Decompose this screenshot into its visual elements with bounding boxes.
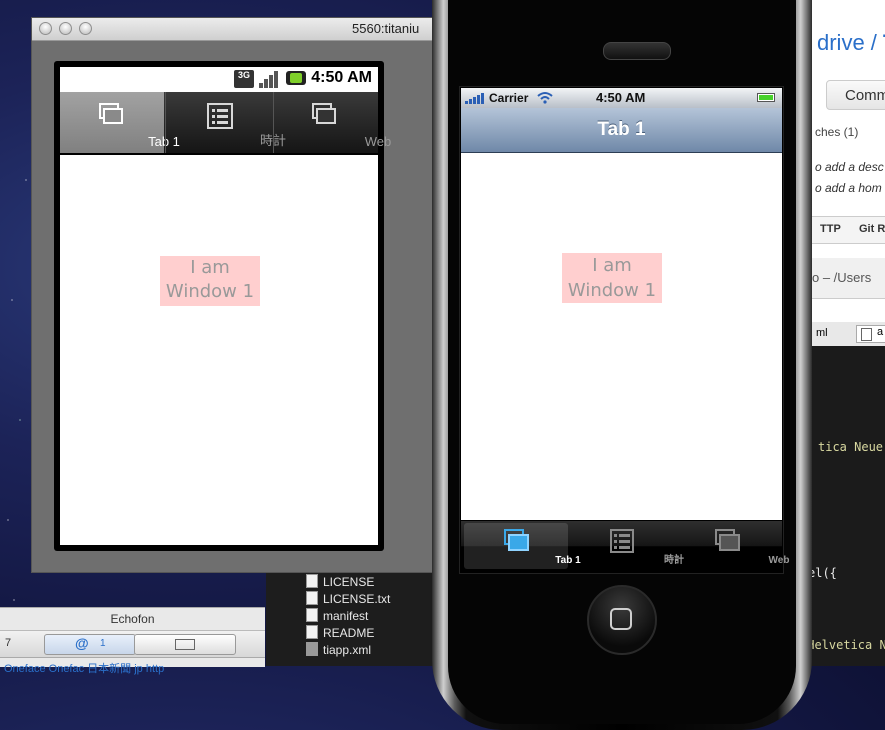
- file-item[interactable]: README: [306, 625, 374, 642]
- battery-icon: [757, 93, 775, 102]
- code-line: 'Helvetica N: [800, 638, 885, 652]
- signal-bars-icon: [465, 93, 484, 104]
- window-titlebar[interactable]: 5560:titaniu: [32, 18, 450, 41]
- mentions-tab[interactable]: @ 1: [44, 634, 136, 655]
- window-label: I am Window 1: [562, 253, 662, 303]
- window-content: I am Window 1: [461, 153, 782, 520]
- status-bar: Carrier 4:50 AM: [461, 88, 782, 108]
- file-item[interactable]: LICENSE.txt: [306, 591, 390, 608]
- add-homepage-link[interactable]: o add a hom: [815, 181, 882, 195]
- file-icon: [861, 328, 872, 341]
- clock: 4:50 AM: [596, 90, 646, 105]
- wifi-icon: [537, 92, 553, 104]
- speaker-grille: [603, 42, 671, 60]
- tab-web[interactable]: Web: [273, 92, 391, 153]
- windows-icon: [715, 529, 740, 551]
- git-tab[interactable]: Git R: [859, 223, 885, 235]
- android-screen: 3G 4:50 AM Tab 1 時計 Web I am Window 1: [54, 61, 391, 551]
- window-title: 5560:titaniu: [352, 21, 420, 36]
- navigation-bar: Tab 1: [461, 108, 782, 153]
- editor-tabs: ml a: [812, 322, 885, 347]
- file-item[interactable]: manifest: [306, 608, 368, 625]
- document-icon: [306, 591, 318, 605]
- 3g-icon: 3G: [234, 70, 254, 88]
- windows-icon: [312, 103, 336, 124]
- iphone-screen: Carrier 4:50 AM Tab 1 I am Window 1 Tab …: [459, 86, 789, 574]
- path-bar: o – /Users: [812, 258, 885, 299]
- commits-button[interactable]: Comm: [826, 80, 885, 110]
- echofon-window: Echofon 7 @ 1 Oneface Onefac 日本新聞 jp htt…: [0, 607, 265, 675]
- clock: 4:50 AM: [311, 69, 372, 86]
- code-line: tica Neue: [818, 440, 884, 454]
- tab-bar: Tab 1 時計 Web: [60, 92, 391, 153]
- list-icon: [207, 103, 233, 129]
- tweet-preview[interactable]: Oneface Onefac 日本新聞 jp http: [4, 660, 164, 676]
- add-description-link[interactable]: o add a desc: [815, 160, 884, 174]
- home-square-icon: [610, 608, 632, 630]
- xml-file-icon: [306, 642, 318, 656]
- repo-title[interactable]: drive / T: [817, 30, 885, 56]
- document-icon: [306, 574, 318, 588]
- close-button[interactable]: [39, 22, 52, 35]
- at-icon: @: [75, 635, 89, 651]
- battery-icon: [286, 71, 306, 85]
- editor-tab[interactable]: ml: [816, 327, 828, 339]
- envelope-icon: [175, 639, 195, 650]
- tab-clock[interactable]: 時計: [165, 92, 286, 153]
- android-emulator-window: 5560:titaniu 3G 4:50 AM Tab 1 時計 Web I a…: [31, 17, 451, 573]
- timeline-count: 7: [5, 637, 12, 649]
- home-button[interactable]: [587, 585, 657, 655]
- window-content: I am Window 1: [60, 155, 378, 545]
- tab-label: Web: [768, 555, 790, 566]
- messages-tab[interactable]: [134, 634, 236, 655]
- window-title: Echofon: [110, 612, 155, 626]
- clone-url-tabs: TTP Git R: [812, 216, 885, 244]
- file-item[interactable]: LICENSE: [306, 574, 374, 591]
- status-bar: 3G 4:50 AM: [60, 67, 378, 92]
- zoom-button[interactable]: [79, 22, 92, 35]
- branches-label[interactable]: ches (1): [815, 125, 858, 139]
- windows-icon: [99, 103, 123, 124]
- tab-tab1[interactable]: Tab 1: [60, 92, 180, 153]
- code-line: el({: [808, 566, 837, 580]
- http-tab[interactable]: TTP: [820, 223, 841, 235]
- tab-bar: Tab 1 時計 Web: [461, 521, 789, 571]
- carrier-label: Carrier: [489, 91, 529, 105]
- document-icon: [306, 625, 318, 639]
- tab-label: Web: [364, 134, 392, 149]
- minimize-button[interactable]: [59, 22, 72, 35]
- tab-tab1[interactable]: Tab 1: [464, 523, 581, 569]
- mention-count: 1: [100, 638, 106, 649]
- document-icon: [306, 608, 318, 622]
- windows-icon: [504, 529, 529, 551]
- tab-clock[interactable]: 時計: [570, 523, 684, 569]
- echofon-toolbar: 7 @ 1: [0, 630, 265, 658]
- window-label: I am Window 1: [160, 256, 260, 306]
- signal-icon: [259, 71, 278, 88]
- nav-title: Tab 1: [597, 119, 646, 140]
- tab-web[interactable]: Web: [675, 523, 789, 569]
- file-item[interactable]: tiapp.xml: [306, 642, 371, 659]
- editor-tab-active[interactable]: a: [856, 325, 885, 343]
